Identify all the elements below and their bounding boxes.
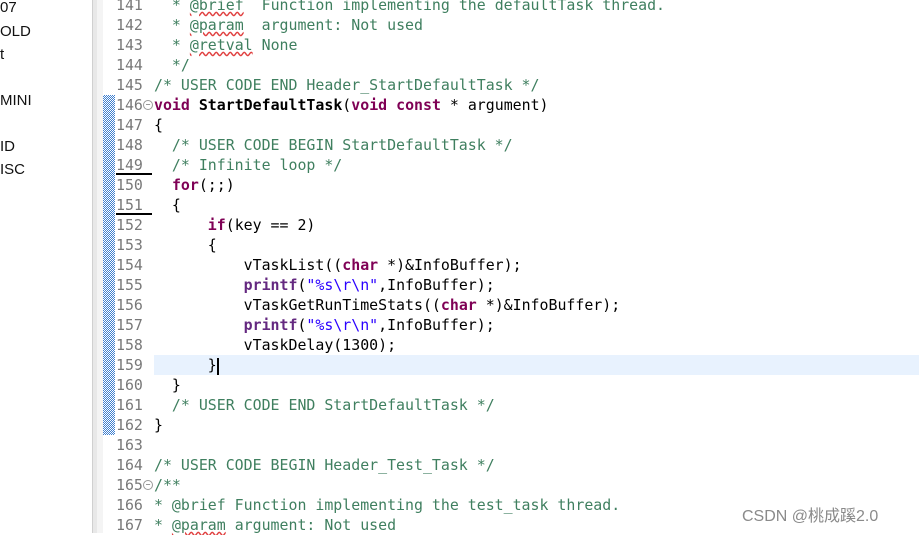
line-number: 153 bbox=[116, 236, 143, 254]
line-number: 152 bbox=[116, 216, 143, 234]
code-text: printf("%s\r\n",InfoBuffer); bbox=[243, 276, 495, 294]
code-text: } bbox=[154, 356, 219, 375]
project-tree-item[interactable]: 07 bbox=[0, 0, 17, 16]
project-tree-item[interactable]: ISC bbox=[0, 161, 25, 178]
code-text: vTaskDelay(1300); bbox=[154, 336, 397, 354]
code-line[interactable]: 142 * @param argument: Not used bbox=[103, 15, 919, 35]
line-number: 167 bbox=[116, 516, 143, 534]
code-line[interactable]: 163 bbox=[103, 435, 919, 455]
line-number: 144 bbox=[116, 56, 143, 74]
project-explorer-panel: 07 OLD t MINI ID ISC bbox=[0, 0, 92, 533]
line-number: 164 bbox=[116, 456, 143, 474]
code-text: for(;;) bbox=[171, 176, 235, 194]
line-number: 148 bbox=[116, 136, 143, 154]
code-text: /* USER CODE BEGIN StartDefaultTask */ bbox=[154, 136, 513, 154]
code-text: /* USER CODE END StartDefaultTask */ bbox=[154, 396, 495, 414]
code-line[interactable]: 151 { bbox=[103, 195, 919, 215]
code-text: printf("%s\r\n",InfoBuffer); bbox=[243, 316, 495, 334]
code-line[interactable]: 153 { bbox=[103, 235, 919, 255]
code-text: * @param argument: Not used bbox=[154, 516, 397, 534]
code-text: /* Infinite loop */ bbox=[154, 156, 343, 174]
line-number: 147 bbox=[116, 116, 143, 134]
code-line[interactable]: 148 /* USER CODE BEGIN StartDefaultTask … bbox=[103, 135, 919, 155]
code-text: * @param argument: Not used bbox=[154, 16, 423, 34]
code-text: { bbox=[154, 116, 163, 134]
fold-collapse-icon[interactable]: − bbox=[143, 100, 153, 110]
code-text: void StartDefaultTask(void const * argum… bbox=[154, 96, 549, 114]
code-text: * @retval None bbox=[154, 36, 298, 54]
code-line[interactable]: 162} bbox=[103, 415, 919, 435]
line-number: 160 bbox=[116, 376, 143, 394]
line-number: 142 bbox=[116, 16, 143, 34]
line-number: 149 bbox=[116, 155, 152, 175]
code-line[interactable]: 164 /* USER CODE BEGIN Header_Test_Task *… bbox=[103, 455, 919, 475]
line-number: 161 bbox=[116, 396, 143, 414]
code-text: } bbox=[154, 416, 163, 434]
code-text: vTaskGetRunTimeStats((char *)&InfoBuffer… bbox=[154, 296, 621, 314]
line-number: 166 bbox=[116, 496, 143, 514]
code-line[interactable]: 152 if(key == 2) bbox=[103, 215, 919, 235]
project-tree-item[interactable]: ID bbox=[0, 138, 15, 155]
line-number: 163 bbox=[116, 436, 143, 454]
line-number: 158 bbox=[116, 336, 143, 354]
code-line[interactable]: 144 */ bbox=[103, 55, 919, 75]
line-number: 156 bbox=[116, 296, 143, 314]
line-number: 162 bbox=[116, 416, 143, 434]
code-line[interactable]: 154 vTaskList((char *)&InfoBuffer); bbox=[103, 255, 919, 275]
line-number: 157 bbox=[116, 316, 143, 334]
code-line[interactable]: 147 { bbox=[103, 115, 919, 135]
code-line[interactable]: 156 vTaskGetRunTimeStats((char *)&InfoBu… bbox=[103, 295, 919, 315]
code-text: } bbox=[154, 376, 181, 394]
code-line[interactable]: 150 for(;;) bbox=[103, 175, 919, 195]
line-number: 141 bbox=[116, 0, 143, 14]
watermark: CSDN @桃成蹊2.0 bbox=[742, 508, 879, 525]
code-line[interactable]: 157 printf("%s\r\n",InfoBuffer); bbox=[103, 315, 919, 335]
change-marker bbox=[103, 355, 115, 375]
project-tree-item[interactable]: OLD bbox=[0, 23, 31, 40]
text-caret bbox=[216, 357, 219, 375]
code-line[interactable]: 146− void StartDefaultTask(void const * a… bbox=[103, 95, 919, 115]
code-line[interactable]: 161 /* USER CODE END StartDefaultTask */ bbox=[103, 395, 919, 415]
code-line[interactable]: 145 /* USER CODE END Header_StartDefaultT… bbox=[103, 75, 919, 95]
line-number: 154 bbox=[116, 256, 143, 274]
line-number: 150 bbox=[116, 176, 143, 194]
code-line[interactable]: 149 /* Infinite loop */ bbox=[103, 155, 919, 175]
code-line[interactable]: 159 } bbox=[116, 355, 919, 375]
code-text: * @brief Function implementing the test_… bbox=[154, 496, 621, 514]
code-text: */ bbox=[154, 56, 190, 74]
code-text: /* USER CODE BEGIN Header_Test_Task */ bbox=[154, 456, 495, 474]
code-text: /** bbox=[154, 476, 181, 494]
line-number: 151 bbox=[116, 195, 152, 215]
code-text: vTaskList((char *)&InfoBuffer); bbox=[154, 256, 522, 274]
code-line[interactable]: 143 * @retval None bbox=[103, 35, 919, 55]
project-tree-item[interactable]: MINI bbox=[0, 92, 32, 109]
code-text: /* USER CODE END Header_StartDefaultTask… bbox=[154, 76, 540, 94]
code-line[interactable]: 158 vTaskDelay(1300); bbox=[103, 335, 919, 355]
code-text: * @brief Function implementing the defau… bbox=[154, 0, 666, 14]
code-text: if(key == 2) bbox=[207, 216, 316, 234]
code-text: { bbox=[154, 236, 217, 254]
code-line[interactable]: 141 * @brief Function implementing the d… bbox=[103, 0, 919, 15]
line-number: 143 bbox=[116, 36, 143, 54]
code-line[interactable]: 160 } bbox=[103, 375, 919, 395]
code-line[interactable]: 165−/** bbox=[103, 475, 919, 495]
code-editor[interactable]: 141 * @brief Function implementing the d… bbox=[103, 0, 919, 534]
line-number: 159 bbox=[116, 355, 152, 375]
project-tree-item[interactable]: t bbox=[0, 46, 4, 63]
fold-collapse-icon[interactable]: − bbox=[143, 480, 153, 490]
code-text: { bbox=[154, 196, 181, 214]
code-line[interactable]: 155 printf("%s\r\n",InfoBuffer); bbox=[103, 275, 919, 295]
line-number: 145 bbox=[116, 76, 143, 94]
line-number: 155 bbox=[116, 276, 143, 294]
